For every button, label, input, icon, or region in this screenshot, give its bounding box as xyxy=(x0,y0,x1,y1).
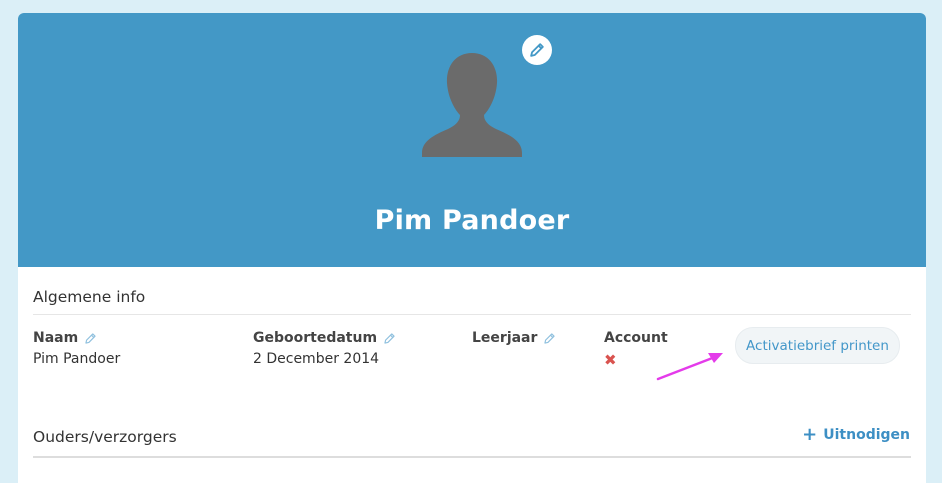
parents-title: Ouders/verzorgers xyxy=(33,428,177,446)
field-name-value: Pim Pandoer xyxy=(33,351,121,367)
section-divider xyxy=(33,456,911,458)
edit-grade-pencil-icon[interactable] xyxy=(543,332,556,345)
student-profile-card: Pim Pandoer Algemene info Naam Pim Pando… xyxy=(18,13,926,483)
field-grade: Leerjaar xyxy=(472,329,556,351)
section-divider xyxy=(33,314,911,315)
invite-label: Uitnodigen xyxy=(823,427,910,443)
edit-avatar-button[interactable] xyxy=(522,35,552,65)
field-account-label: Account xyxy=(604,330,668,346)
edit-name-pencil-icon[interactable] xyxy=(84,332,97,345)
profile-name: Pim Pandoer xyxy=(374,205,570,236)
field-birthdate-label: Geboortedatum xyxy=(253,330,378,346)
field-name: Naam Pim Pandoer xyxy=(33,329,120,367)
print-activation-letter-button[interactable]: Activatiebrief printen xyxy=(735,327,900,364)
edit-birthdate-pencil-icon[interactable] xyxy=(383,332,396,345)
field-grade-label: Leerjaar xyxy=(472,330,538,346)
field-birthdate-value: 2 December 2014 xyxy=(253,351,380,367)
invite-button[interactable]: + Uitnodigen xyxy=(802,426,910,444)
general-info-title: Algemene info xyxy=(33,288,146,306)
plus-icon: + xyxy=(802,424,818,445)
profile-header: Pim Pandoer xyxy=(18,13,926,267)
user-silhouette-icon xyxy=(422,53,522,157)
field-name-label: Naam xyxy=(33,330,79,346)
field-birthdate: Geboortedatum 2 December 2014 xyxy=(253,329,396,367)
annotation-arrow xyxy=(656,353,723,381)
pencil-icon xyxy=(530,43,544,57)
